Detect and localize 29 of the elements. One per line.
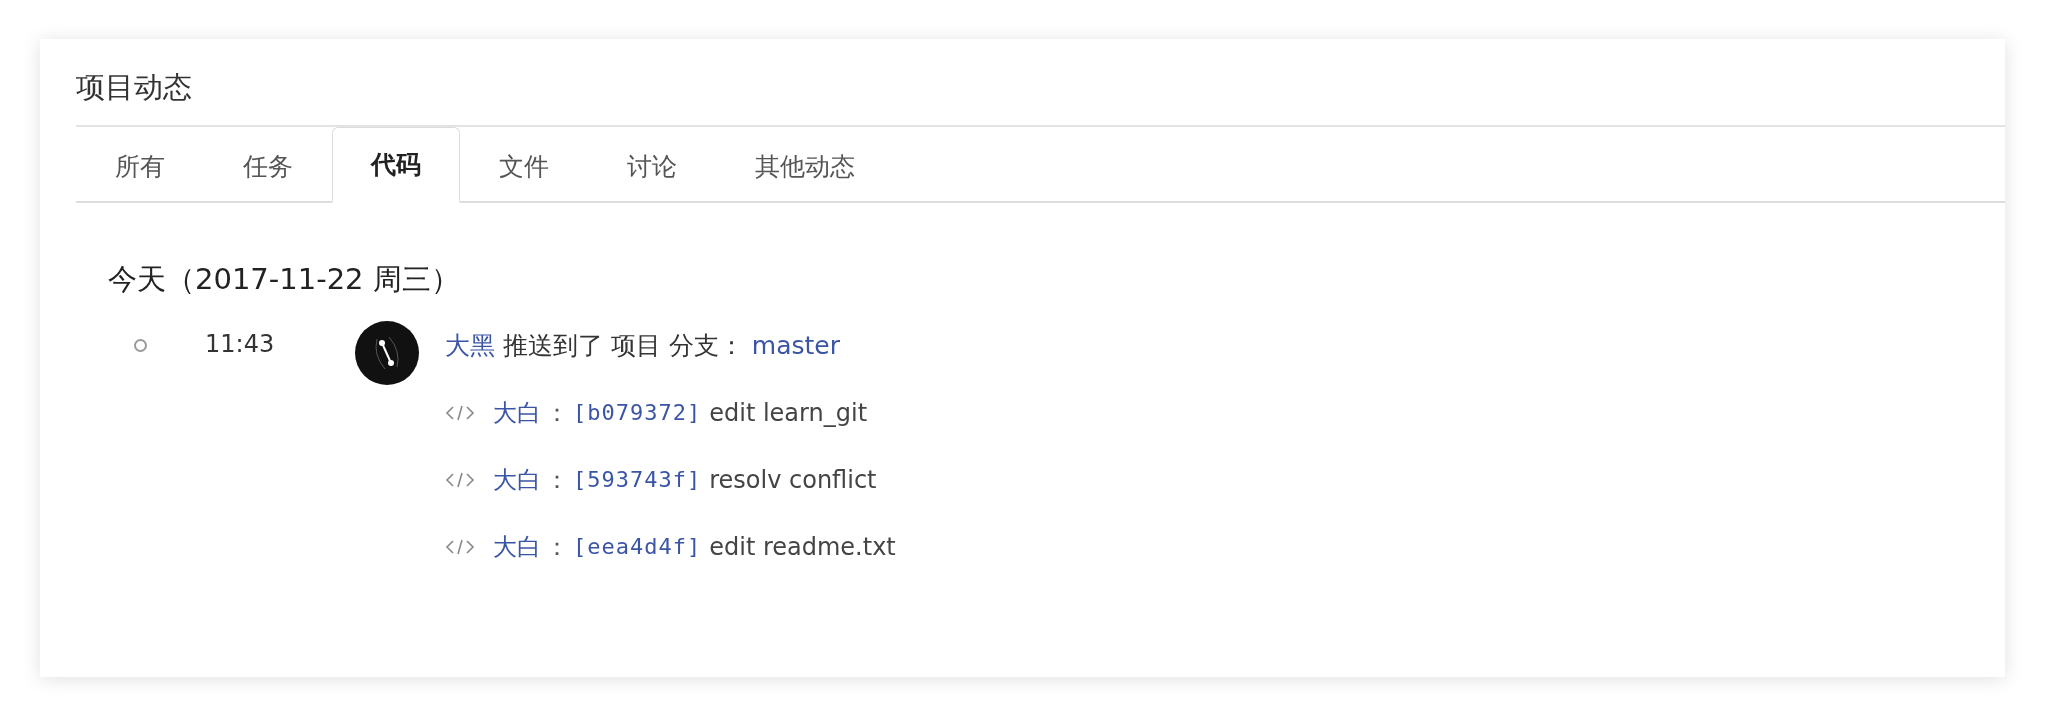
separator: ： <box>545 398 569 429</box>
tab[interactable]: 任务 <box>204 129 332 203</box>
avatar-icon <box>355 321 419 385</box>
tab[interactable]: 文件 <box>460 129 588 203</box>
user-link[interactable]: 大黑 <box>445 331 495 360</box>
commit-message: edit learn_git <box>709 398 868 429</box>
commit-hash[interactable]: [593743f] <box>573 463 702 497</box>
code-icon <box>445 470 475 490</box>
commit-hash[interactable]: [b079372] <box>573 396 702 430</box>
panel-title: 项目动态 <box>76 69 193 106</box>
code-icon <box>445 537 475 557</box>
tab[interactable]: 其他动态 <box>716 129 894 203</box>
event-time: 11:43 <box>205 329 276 359</box>
branch-link[interactable]: master <box>751 331 840 360</box>
commit-hash[interactable]: [eea4d4f] <box>573 530 702 564</box>
separator: ： <box>545 465 569 496</box>
commit-message: resolv conflict <box>709 465 877 496</box>
separator: ： <box>545 532 569 563</box>
date-heading: 今天（2017-11-22 周三） <box>108 261 461 298</box>
tab[interactable]: 代码 <box>332 127 460 203</box>
tab[interactable]: 所有 <box>76 129 204 203</box>
tab[interactable]: 讨论 <box>588 129 716 203</box>
event-text: 推送到了 项目 分支： <box>502 331 744 360</box>
author-link[interactable]: 大白 <box>493 396 541 430</box>
timeline-dot <box>134 339 147 352</box>
author-link[interactable]: 大白 <box>493 530 541 564</box>
commit-message: edit readme.txt <box>709 532 896 563</box>
code-icon <box>445 403 475 423</box>
author-link[interactable]: 大白 <box>493 463 541 497</box>
